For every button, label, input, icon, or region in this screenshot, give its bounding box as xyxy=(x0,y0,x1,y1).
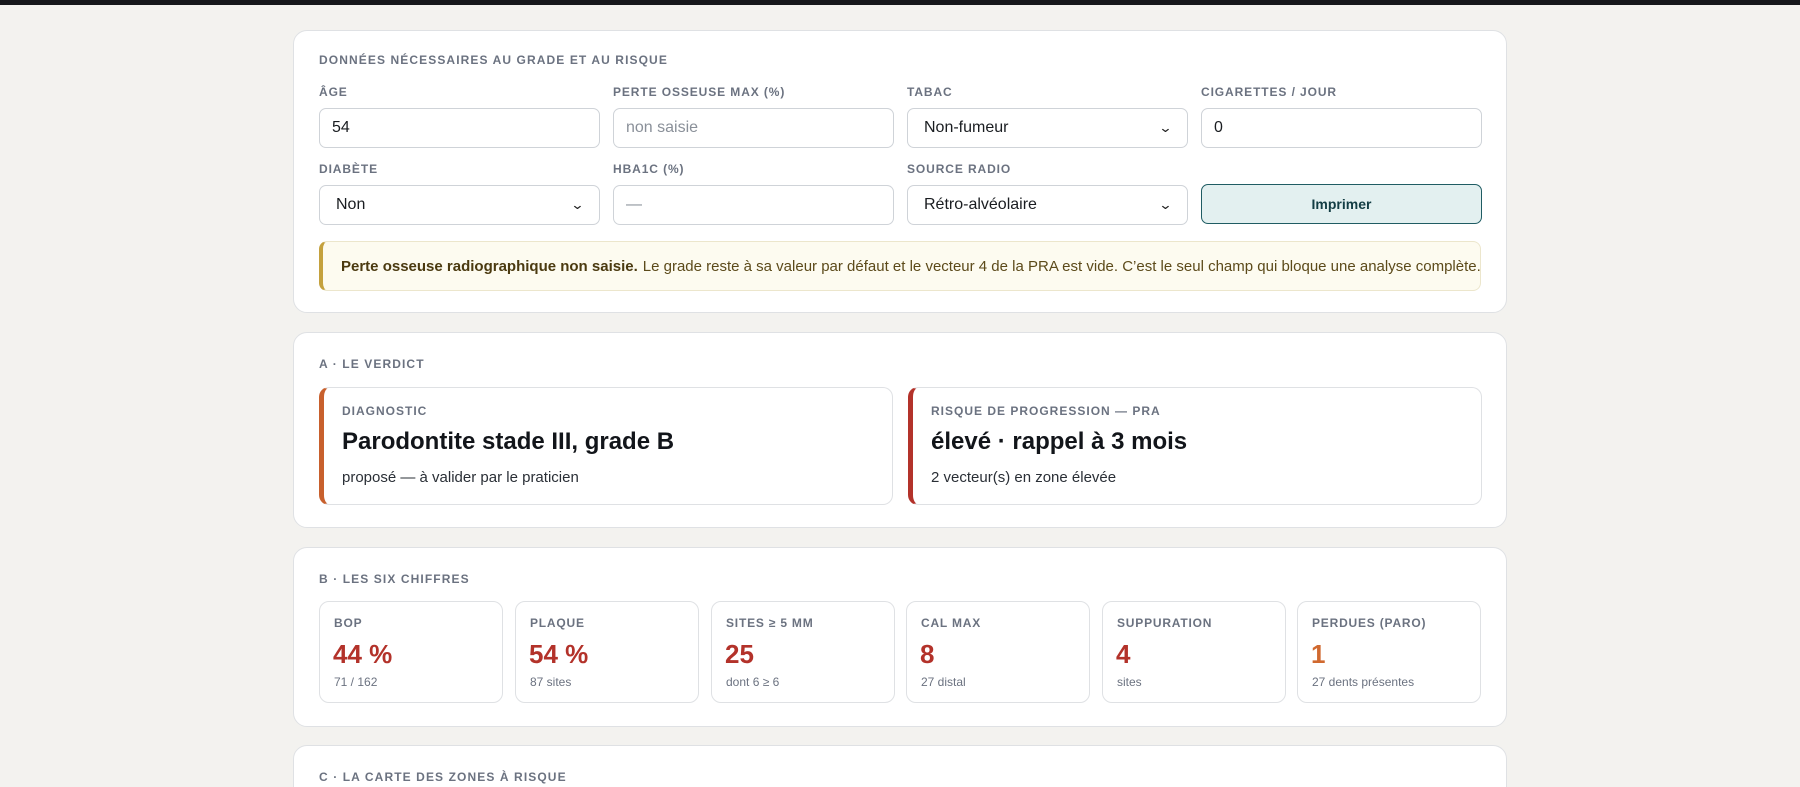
stat-value: 54 % xyxy=(529,639,589,669)
risk-map-card: C · LA CARTE DES ZONES À RISQUE xyxy=(293,745,1507,787)
radio-source-select-value: Rétro-alvéolaire xyxy=(924,196,1037,213)
radio-source-label: SOURCE RADIO xyxy=(907,162,1012,176)
inputs-card: DONNÉES NÉCESSAIRES AU GRADE ET AU RISQU… xyxy=(293,30,1507,313)
stat-value: 4 xyxy=(1116,639,1131,669)
numbers-card: B · LES SIX CHIFFRES BOP 44 % 71 / 162 P… xyxy=(293,547,1507,727)
chevron-down-icon: ⌄ xyxy=(570,197,585,212)
cigarettes-label: CIGARETTES / JOUR xyxy=(1201,85,1337,99)
alert-text: Le grade reste à sa valeur par défaut et… xyxy=(642,257,1481,275)
bone-loss-label: PERTE OSSEUSE MAX (%) xyxy=(613,85,786,99)
stat-sub: 27 dents présentes xyxy=(1312,675,1415,689)
diagnostic-value: Parodontite stade III, grade B xyxy=(342,428,675,455)
print-button[interactable]: Imprimer xyxy=(1201,184,1482,224)
verdict-card: A · LE VERDICT DIAGNOSTIC Parodontite st… xyxy=(293,332,1507,528)
risk-panel: RISQUE DE PROGRESSION — PRA élevé · rapp… xyxy=(908,387,1482,505)
stat-label: PLAQUE xyxy=(530,616,585,630)
diabetes-select[interactable]: Non ⌄ xyxy=(319,185,600,225)
verdict-section-title: A · LE VERDICT xyxy=(319,357,425,371)
chevron-down-icon: ⌄ xyxy=(1158,197,1173,212)
radio-source-select[interactable]: Rétro-alvéolaire ⌄ xyxy=(907,185,1188,225)
diagnostic-sub: proposé — à valider par le praticien xyxy=(342,469,579,486)
stat-sub: 87 sites xyxy=(530,675,572,689)
stat-card-suppuration: SUPPURATION 4 sites xyxy=(1102,601,1286,703)
risk-sub: 2 vecteur(s) en zone élevée xyxy=(931,469,1117,486)
stat-card-lost-teeth: PERDUES (PARO) 1 27 dents présentes xyxy=(1297,601,1481,703)
stat-label: PERDUES (PARO) xyxy=(1312,616,1427,630)
stat-sub: 27 distal xyxy=(921,675,966,689)
stat-label: SITES ≥ 5 MM xyxy=(726,616,814,630)
age-input[interactable]: 54 xyxy=(319,108,600,148)
stat-card-bop: BOP 44 % 71 / 162 xyxy=(319,601,503,703)
tobacco-label: TABAC xyxy=(907,85,953,99)
risk-label: RISQUE DE PROGRESSION — PRA xyxy=(931,404,1161,418)
diagnostic-label: DIAGNOSTIC xyxy=(342,404,428,418)
stat-value: 1 xyxy=(1311,639,1326,669)
stat-card-sites: SITES ≥ 5 MM 25 dont 6 ≥ 6 xyxy=(711,601,895,703)
stat-value: 25 xyxy=(725,639,754,669)
stat-label: CAL MAX xyxy=(921,616,982,630)
cigarettes-input[interactable]: 0 xyxy=(1201,108,1482,148)
stat-card-cal-max: CAL MAX 8 27 distal xyxy=(906,601,1090,703)
stat-label: BOP xyxy=(334,616,363,630)
stat-sub: 71 / 162 xyxy=(334,675,378,689)
tobacco-select[interactable]: Non-fumeur ⌄ xyxy=(907,108,1188,148)
inputs-section-title: DONNÉES NÉCESSAIRES AU GRADE ET AU RISQU… xyxy=(319,53,668,67)
stat-sub: dont 6 ≥ 6 xyxy=(726,675,780,689)
bone-loss-input[interactable]: non saisie xyxy=(613,108,894,148)
diabetes-select-value: Non xyxy=(336,196,366,213)
diabetes-label: DIABÈTE xyxy=(319,162,378,176)
risk-value: élevé · rappel à 3 mois xyxy=(931,428,1188,455)
hba1c-label: HBA1C (%) xyxy=(613,162,685,176)
missing-bone-loss-alert: Perte osseuse radiographique non saisie.… xyxy=(319,241,1481,291)
tobacco-select-value: Non-fumeur xyxy=(924,119,1009,136)
risk-map-section-title: C · LA CARTE DES ZONES À RISQUE xyxy=(319,770,567,784)
stat-card-plaque: PLAQUE 54 % 87 sites xyxy=(515,601,699,703)
top-bar xyxy=(0,0,1800,5)
age-label: ÂGE xyxy=(319,85,348,99)
stat-value: 8 xyxy=(920,639,935,669)
numbers-section-title: B · LES SIX CHIFFRES xyxy=(319,572,470,586)
diagnostic-panel: DIAGNOSTIC Parodontite stade III, grade … xyxy=(319,387,893,505)
stat-label: SUPPURATION xyxy=(1117,616,1213,630)
chevron-down-icon: ⌄ xyxy=(1158,120,1173,135)
stat-value: 44 % xyxy=(333,639,393,669)
stat-sub: sites xyxy=(1117,675,1142,689)
alert-bold-text: Perte osseuse radiographique non saisie. xyxy=(341,257,638,275)
hba1c-input[interactable]: — xyxy=(613,185,894,225)
